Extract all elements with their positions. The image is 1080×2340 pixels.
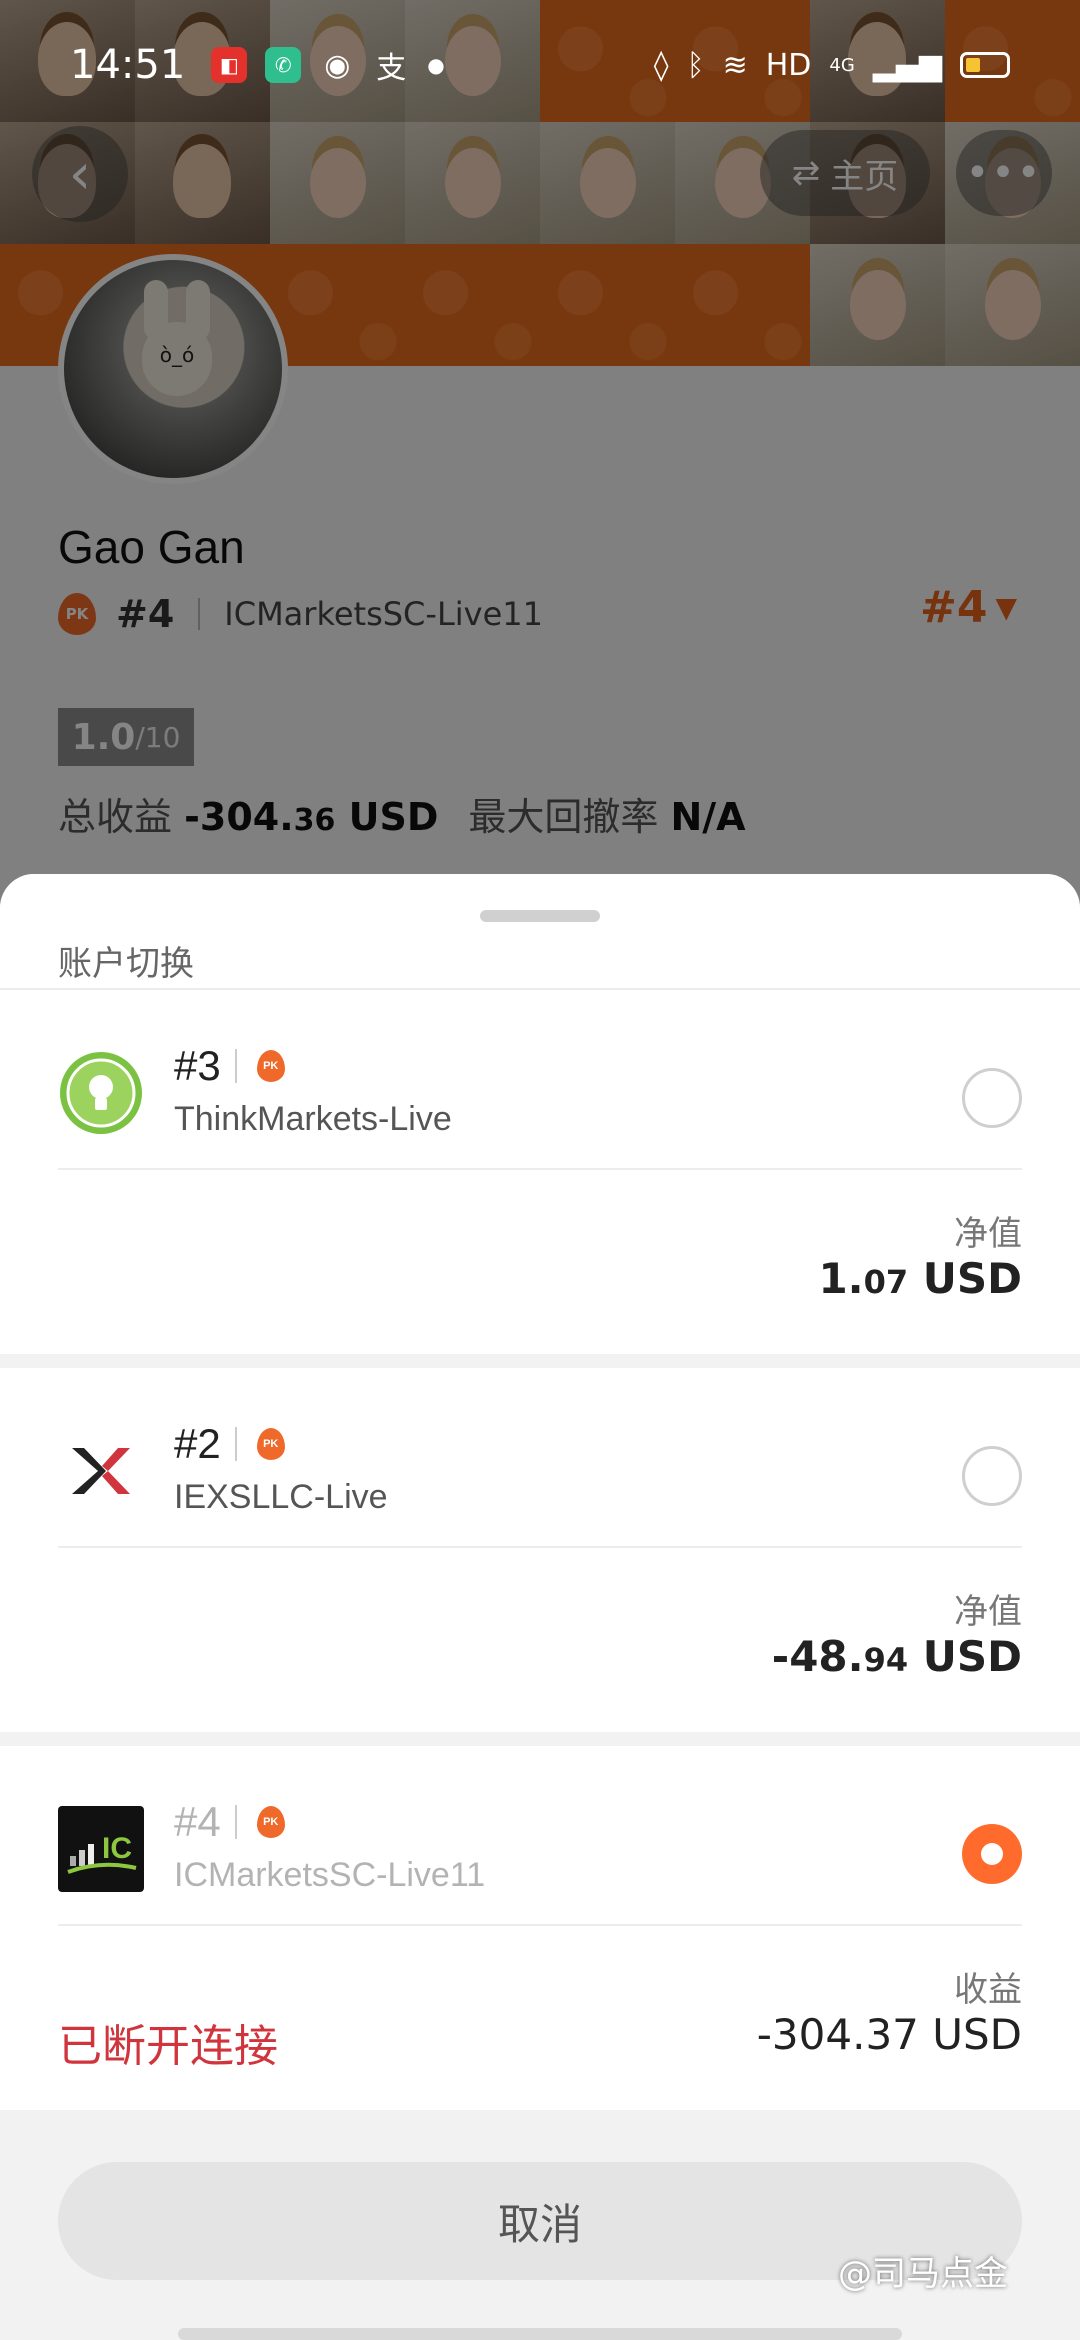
- signal-icon: ▂▄▆: [872, 47, 942, 83]
- disconnected-status: 已断开连接: [58, 2021, 278, 2072]
- icmarkets-logo-text: IC: [102, 1832, 132, 1865]
- status-bar: 14:51 ◧ ✆ ◉ 支 ● ◊ ᛒ ≋ HD 4G ▂▄▆: [0, 0, 1080, 130]
- equity-int: -48.: [771, 1632, 864, 1681]
- watermark: @司马点金: [838, 2254, 1008, 2294]
- account-radio[interactable]: [962, 1068, 1022, 1128]
- battery-icon: [960, 52, 1010, 78]
- profit-value: -304.37 USD: [756, 2010, 1022, 2059]
- account-server: ICMarketsSC-Live11: [174, 1856, 486, 1894]
- equity-value: 1.07 USD: [818, 1254, 1022, 1303]
- equity-dec: 94: [863, 1641, 909, 1679]
- account-server: IEXSLLC-Live: [174, 1478, 388, 1516]
- drop-icon: ◊: [653, 47, 669, 83]
- account-item[interactable]: #2 PK IEXSLLC-Live 净值 -48.94 USD: [0, 1368, 1080, 1732]
- pk-flame-icon: PK: [256, 1050, 285, 1082]
- iexs-logo-icon: [58, 1428, 144, 1514]
- wifi-icon: ≋: [722, 47, 748, 83]
- equity-int: 1.: [818, 1254, 864, 1303]
- equity-value: -48.94 USD: [772, 1632, 1022, 1681]
- equity-unit: USD: [908, 1632, 1022, 1681]
- pk-flame-icon: PK: [256, 1428, 285, 1460]
- notification-dot-icon: ●: [427, 53, 445, 77]
- sheet-header: 账户切换: [0, 874, 1080, 990]
- phone-icon: ✆: [265, 47, 302, 83]
- account-radio[interactable]: [962, 1446, 1022, 1506]
- equity-label: 净值: [954, 1592, 1022, 1632]
- bluetooth-icon: ᛒ: [686, 47, 705, 83]
- app-notification-icon: ◧: [211, 47, 248, 83]
- account-rank: #4 PK: [174, 1798, 285, 1846]
- divider: [234, 1805, 237, 1839]
- account-server: ThinkMarkets-Live: [174, 1100, 452, 1138]
- divider: [234, 1427, 237, 1461]
- sheet-title: 账户切换: [58, 944, 194, 984]
- equity-label: 净值: [954, 1214, 1022, 1254]
- profit-label: 收益: [954, 1970, 1022, 2010]
- drag-handle[interactable]: [480, 910, 600, 922]
- alipay-icon: 支: [376, 51, 407, 86]
- divider: [234, 1049, 237, 1083]
- signal-label: 4G: [829, 54, 855, 76]
- equity-unit: USD: [908, 1254, 1022, 1303]
- status-right: ◊ ᛒ ≋ HD 4G ▂▄▆: [654, 48, 1010, 83]
- equity-dec: 07: [863, 1263, 909, 1301]
- account-rank-value: #4: [174, 1798, 221, 1845]
- account-item[interactable]: #3 PK ThinkMarkets-Live 净值 1.07 USD: [0, 990, 1080, 1354]
- status-time: 14:51: [70, 42, 186, 88]
- network-label: HD: [765, 47, 812, 83]
- pk-flame-icon: PK: [256, 1806, 285, 1838]
- account-rank: #3 PK: [174, 1042, 285, 1090]
- home-indicator[interactable]: [178, 2328, 902, 2340]
- icmarkets-logo-icon: IC: [58, 1806, 144, 1892]
- account-rank-value: #2: [174, 1420, 221, 1467]
- account-radio-selected[interactable]: [962, 1824, 1022, 1884]
- account-item-selected[interactable]: IC #4 PK ICMarketsSC-Live11 已断开连接 收益 -30…: [0, 1746, 1080, 2110]
- account-rank: #2 PK: [174, 1420, 285, 1468]
- account-rank-value: #3: [174, 1042, 221, 1089]
- wechat-icon: ◉: [324, 47, 351, 83]
- thinkmarkets-logo-icon: [60, 1052, 142, 1134]
- account-switch-sheet: 账户切换 #3 PK ThinkMarkets-Live 净值 1.07 USD: [0, 874, 1080, 2340]
